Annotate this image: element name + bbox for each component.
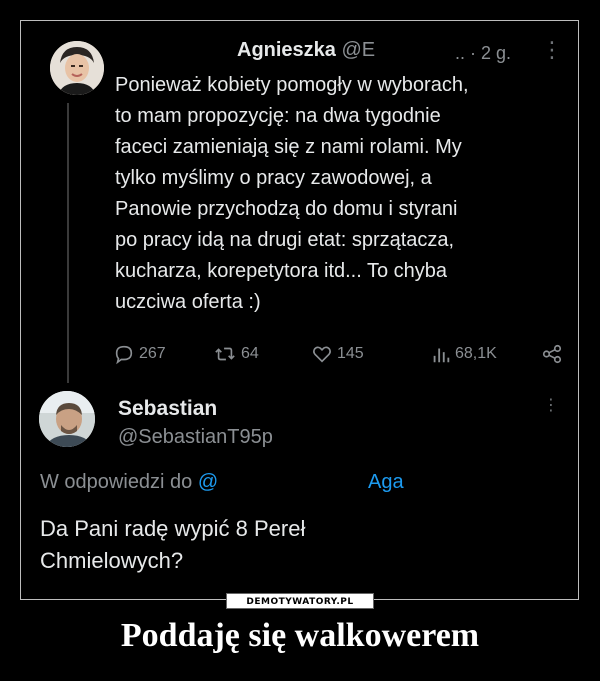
views-button[interactable]: 68,1K — [431, 343, 497, 365]
reply-more-options-icon[interactable]: ⋮ — [543, 398, 559, 414]
thread-line — [67, 103, 69, 383]
author-name[interactable]: Agnieszka — [237, 39, 336, 61]
views-icon — [433, 348, 450, 363]
tweet-text-line: to mam propozycję: na dwa tygodnie — [115, 105, 441, 127]
reply-text-line: Chmielowych? — [40, 548, 184, 573]
reply-icon — [115, 345, 133, 365]
meme-frame: Agnieszka @E .. · 2 g. ⋮ Ponieważ kobiet… — [20, 20, 579, 600]
reply-author-handle[interactable]: @SebastianT95p — [118, 426, 273, 449]
tweet-text-line: Ponieważ kobiety pomogły w wyborach, — [115, 74, 469, 96]
author-avatar[interactable] — [50, 41, 104, 95]
replying-to-name[interactable]: Aga — [368, 471, 404, 494]
replying-to-prefix: W odpowiedzi do — [40, 471, 193, 493]
watermark-badge: DEMOTYWATORY.PL — [226, 593, 374, 609]
handle-truncation: .. — [455, 43, 466, 63]
more-options-icon[interactable]: ⋮ — [541, 37, 563, 63]
tweet-time[interactable]: · 2 g. — [470, 43, 511, 63]
tweet-text-line: kucharza, korepetytora itd... To chyba — [115, 260, 448, 282]
tweet-text-line: faceci zamieniają się z nami rolami. My — [115, 136, 462, 158]
like-icon — [313, 346, 331, 363]
tweet-text-line: Panowie przychodzą do domu i styrani — [115, 198, 458, 220]
views-count: 68,1K — [455, 345, 497, 362]
reply-text-line: Da Pani radę wypić 8 Pereł — [40, 516, 306, 541]
tweet-screenshot: Agnieszka @E .. · 2 g. ⋮ Ponieważ kobiet… — [23, 23, 576, 597]
tweet-actions: 267 64 145 68,1K — [113, 343, 562, 373]
retweet-button[interactable]: 64 — [213, 343, 259, 365]
tweet-text-line: uczciwa oferta :) — [115, 291, 261, 313]
tweet-meta: .. · 2 g. — [455, 43, 511, 64]
replying-to: W odpowiedzi do @ — [40, 471, 218, 494]
replying-to-mention[interactable]: @ — [198, 471, 218, 493]
reply-button[interactable]: 267 — [113, 343, 166, 365]
reply-count: 267 — [139, 345, 166, 362]
tweet-header: Agnieszka @E — [237, 39, 375, 62]
share-button[interactable] — [541, 343, 563, 365]
retweet-count: 64 — [241, 345, 259, 362]
reply-author-avatar[interactable] — [39, 391, 95, 447]
tweet-text-line: tylko myślimy o pracy zawodowej, a — [115, 167, 432, 189]
retweet-icon — [215, 347, 235, 361]
like-button[interactable]: 145 — [311, 343, 364, 365]
tweet-text: Ponieważ kobiety pomogły w wyborach, to … — [115, 70, 555, 318]
reply-text: Da Pani radę wypić 8 Pereł Chmielowych? — [40, 513, 520, 577]
tweet-text-line: po pracy idą na drugi etat: sprzątacza, — [115, 229, 455, 251]
author-handle[interactable]: @E — [342, 39, 376, 61]
meme-caption: Poddaję się walkowerem — [120, 617, 480, 654]
share-icon — [542, 344, 562, 364]
like-count: 145 — [337, 345, 364, 362]
reply-author-name[interactable]: Sebastian — [118, 397, 217, 421]
